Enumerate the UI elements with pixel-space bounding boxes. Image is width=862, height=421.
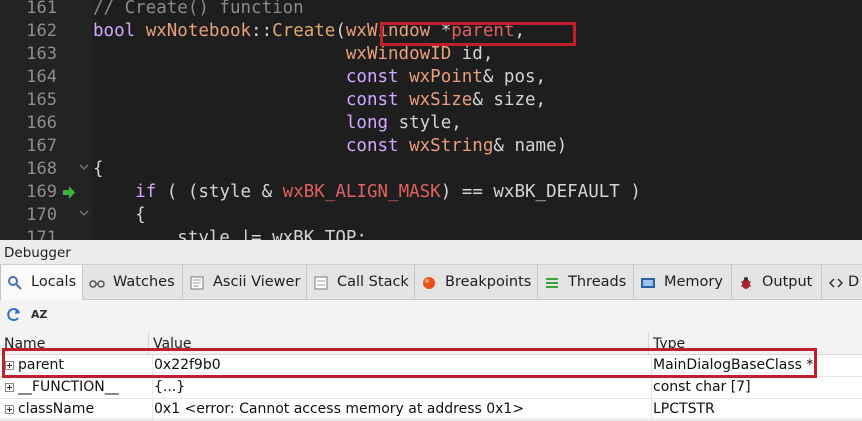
debugger-title: Debugger: [4, 245, 71, 261]
code-line[interactable]: 167 const wxString& name): [0, 135, 862, 158]
code-line[interactable]: 166 long style,: [0, 112, 862, 135]
sort-alpha-button[interactable]: AZ: [31, 308, 49, 326]
locals-toolbar: AZ: [0, 300, 862, 330]
call-stack-icon: [313, 275, 329, 291]
variable-name: className: [18, 401, 95, 417]
line-number: 170: [26, 205, 57, 225]
debugger-pane: Debugger Locals Watches Ascii Viewer Cal…: [0, 240, 862, 421]
code-text: // Create() function: [93, 0, 304, 18]
tab-breakpoints[interactable]: Breakpoints: [415, 265, 538, 299]
code-line[interactable]: 169 if ( (style & wxBK_ALIGN_MASK) == wx…: [0, 181, 862, 204]
tab-label: Locals: [31, 274, 77, 290]
tab-call-stack[interactable]: Call Stack: [307, 265, 415, 299]
variable-type: const char [7]: [651, 377, 862, 398]
code-line[interactable]: 168 {: [0, 158, 862, 181]
tab-label: Breakpoints: [445, 274, 532, 290]
code-text: long style,: [345, 113, 462, 133]
ascii-viewer-icon: [189, 275, 205, 291]
current-line-arrow-icon: [62, 181, 76, 204]
code-text: if ( (style & wxBK_ALIGN_MASK) == wxBK_D…: [135, 182, 641, 202]
tab-label: Call Stack: [337, 274, 409, 290]
code-line[interactable]: 164 const wxPoint& pos,: [0, 66, 862, 89]
code-icon: [828, 275, 844, 291]
line-number: 163: [26, 44, 57, 64]
code-text: {: [93, 159, 104, 179]
line-number: 168: [26, 159, 57, 179]
tab-ascii-viewer[interactable]: Ascii Viewer: [183, 265, 307, 299]
code-text: style |= wxBK_TOP;: [93, 228, 367, 240]
memory-icon: [640, 275, 656, 291]
table-row[interactable]: __FUNCTION__ {...} const char [7]: [0, 377, 862, 399]
tab-label: Watches: [113, 274, 175, 290]
expand-icon[interactable]: [5, 383, 14, 392]
code-line[interactable]: 163 wxWindowID id,: [0, 43, 862, 66]
line-number: 167: [26, 136, 57, 156]
code-line[interactable]: 171 style |= wxBK_TOP;: [0, 227, 862, 240]
line-number: 171: [26, 228, 57, 240]
line-number: 169: [26, 182, 57, 202]
threads-icon: [544, 275, 560, 291]
tab-output[interactable]: Output: [732, 265, 822, 299]
variable-name: __FUNCTION__: [18, 379, 119, 395]
tab-label: D: [848, 274, 860, 290]
tab-label: Memory: [664, 274, 723, 290]
tab-label: Threads: [568, 274, 627, 290]
bug-icon: [738, 275, 754, 291]
line-number: 166: [26, 113, 57, 133]
locals-icon: [7, 275, 23, 291]
tab-label: Output: [762, 274, 813, 290]
refresh-icon[interactable]: [5, 306, 23, 324]
fold-toggle-icon[interactable]: [78, 158, 90, 181]
tab-disassembly[interactable]: D: [822, 265, 862, 299]
line-number: 161: [26, 0, 57, 18]
variable-value[interactable]: 0x1 <error: Cannot access memory at addr…: [152, 399, 649, 420]
expand-icon[interactable]: [5, 405, 14, 414]
code-text: {: [93, 205, 146, 225]
tab-watches[interactable]: Watches: [83, 265, 183, 299]
code-text: wxWindowID id,: [345, 44, 494, 64]
glasses-icon: [89, 275, 105, 291]
parent-param-highlight: [380, 22, 576, 46]
parent-row-highlight: [2, 348, 817, 378]
code-editor[interactable]: 161 // Create() function 162 bool wxNote…: [0, 0, 862, 240]
fold-toggle-icon[interactable]: [78, 204, 90, 227]
code-line[interactable]: 170 {: [0, 204, 862, 227]
code-line[interactable]: 165 const wxSize& size,: [0, 89, 862, 112]
breakpoint-icon: [421, 275, 437, 291]
tab-memory[interactable]: Memory: [634, 265, 732, 299]
line-number: 162: [26, 21, 57, 41]
tab-label: Ascii Viewer: [213, 274, 301, 290]
code-line[interactable]: 161 // Create() function: [0, 0, 862, 20]
line-number: 164: [26, 67, 57, 87]
variable-value[interactable]: {...}: [152, 377, 649, 398]
code-text: const wxPoint& pos,: [345, 67, 547, 87]
debugger-title-bar: Debugger: [0, 240, 862, 265]
line-number: 165: [26, 90, 57, 110]
debugger-tab-bar: Locals Watches Ascii Viewer Call Stack B…: [0, 265, 862, 300]
tab-threads[interactable]: Threads: [538, 265, 634, 299]
tab-locals[interactable]: Locals: [0, 265, 83, 300]
code-text: const wxSize& size,: [345, 90, 547, 110]
code-text: const wxString& name): [345, 136, 568, 156]
variable-type: LPCTSTR: [651, 399, 862, 420]
